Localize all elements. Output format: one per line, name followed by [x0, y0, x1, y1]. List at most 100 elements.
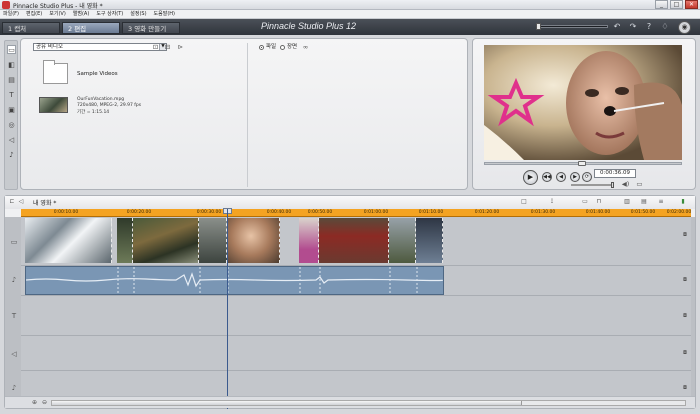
tab-capture[interactable]: 1 캡처 — [2, 22, 60, 34]
scrubber-knob[interactable] — [578, 161, 586, 166]
window-title: Pinnacle Studio Plus - 내 영화 * — [13, 3, 103, 10]
photos-icon[interactable]: ▣ — [7, 106, 16, 115]
lock-icon[interactable]: ◘ — [682, 276, 688, 284]
play-button[interactable]: ▶ — [523, 170, 538, 185]
tip-icon[interactable]: ♢ — [660, 22, 670, 32]
playhead[interactable] — [227, 209, 228, 409]
trash-icon[interactable]: ⊓ — [594, 198, 604, 206]
fullscreen-icon[interactable]: ▭ — [635, 180, 644, 188]
ruler-tick: 0:00:20.00 — [126, 210, 152, 215]
menu-file[interactable]: 파일(F) — [3, 10, 19, 18]
zoom-out-icon[interactable]: ⊖ — [41, 399, 48, 406]
volume-knob[interactable] — [611, 182, 614, 188]
menu-toolbox[interactable]: 도구 상자(T) — [96, 10, 123, 18]
timeline-ruler[interactable]: 0:00:10.00 0:00:20.00 0:00:30.00 0:00:40… — [21, 209, 691, 217]
video-track[interactable]: ◘ — [21, 217, 691, 266]
browse-folder-icon[interactable]: ⊟ — [163, 43, 172, 51]
video-clip[interactable] — [416, 218, 443, 263]
tab-edit[interactable]: 2 편집 — [62, 22, 120, 34]
zoom-in-icon[interactable]: ⊕ — [31, 399, 38, 406]
undo-icon[interactable]: ↶ — [612, 22, 622, 32]
album-page-divider — [247, 43, 248, 187]
ruler-tick: 0:01:30.00 — [530, 210, 556, 215]
folder-name[interactable]: Sample Videos — [77, 71, 118, 77]
step-bar: 1 캡처 2 편집 3 영화 만들기 Pinnacle Studio Plus … — [0, 19, 700, 35]
folder-up-icon[interactable]: ⊡ — [151, 43, 160, 51]
speaker-icon[interactable]: ◀) — [621, 180, 630, 188]
glasses-icon[interactable]: ∞ — [301, 43, 310, 51]
maximize-button[interactable]: □ — [670, 0, 683, 9]
timeline-scrollbar[interactable] — [51, 400, 686, 406]
video-album-icon[interactable]: ▭ — [7, 45, 16, 54]
loop-icon[interactable]: ⟳ — [582, 172, 592, 182]
lock-icon[interactable]: ◘ — [682, 312, 688, 320]
lock-icon[interactable]: ◘ — [682, 384, 688, 392]
video-clip[interactable] — [117, 218, 133, 263]
menu-album[interactable]: 앨범(A) — [73, 10, 90, 18]
video-clip[interactable] — [299, 218, 319, 263]
redo-icon[interactable]: ↷ — [628, 22, 638, 32]
timeline-header: ⊏ ◁ 내 영화 * □ ⟟ ▭ ⊓ ▥ ▤ ≡ ▮ — [5, 196, 695, 209]
lock-icon[interactable]: ◘ — [682, 231, 688, 239]
menu-edit[interactable]: 편집(E) — [26, 10, 42, 18]
split-clip-icon[interactable]: ⟟ — [547, 198, 557, 206]
video-clip[interactable] — [389, 218, 416, 263]
sound-effects-icon[interactable]: ◁ — [7, 136, 16, 145]
speaker-small-icon[interactable]: ◁ — [17, 198, 25, 206]
video-clip[interactable] — [25, 218, 112, 263]
preview-frame — [484, 45, 682, 160]
window-controls: _ □ ✕ — [655, 0, 698, 9]
sample-videos-folder-icon[interactable] — [43, 60, 68, 84]
themes-icon[interactable]: ▤ — [7, 76, 16, 85]
video-thumbnail[interactable] — [39, 97, 68, 113]
album-panel: 공유 비디오 ▼ ⊡ ⊟ ⊳ Sample Videos OurFunVacat… — [20, 38, 468, 190]
timeline-view-icon[interactable]: ▤ — [639, 198, 649, 206]
step-forward-icon[interactable]: ▶ — [570, 172, 580, 182]
title-track[interactable]: ◘ — [21, 296, 691, 336]
camera-icon[interactable]: ⊏ — [7, 198, 17, 206]
help-icon[interactable]: ? — [644, 22, 654, 32]
header-slider-knob[interactable] — [536, 23, 541, 30]
ruler-tick: 0:01:00.00 — [363, 210, 389, 215]
menu-view[interactable]: 보기(V) — [49, 10, 66, 18]
titles-icon[interactable]: T — [7, 91, 16, 100]
menu-settings[interactable]: 설정(S) — [130, 10, 146, 18]
scene-radio[interactable] — [280, 45, 285, 50]
sound-effect-track[interactable]: ◘ — [21, 336, 691, 371]
rewind-icon[interactable]: ◀◀ — [542, 172, 552, 182]
step-back-icon[interactable]: ◀ — [556, 172, 566, 182]
video-clip[interactable] — [199, 218, 227, 263]
text-view-icon[interactable]: ≡ — [656, 198, 666, 206]
video-clip[interactable] — [228, 218, 280, 263]
app-icon — [2, 1, 10, 9]
video-duration: 기간 = 1:15.14 — [77, 110, 110, 115]
ruler-tick: 0:00:30.00 — [196, 210, 222, 215]
header-slider[interactable] — [536, 23, 608, 30]
transitions-icon[interactable]: ◧ — [7, 61, 16, 70]
file-radio[interactable] — [259, 45, 264, 50]
video-filename: OurFunVacation.mpg — [77, 97, 125, 102]
select-icon[interactable]: □ — [519, 198, 529, 206]
music-icon[interactable]: ♪ — [7, 151, 16, 160]
video-clip[interactable] — [133, 218, 199, 263]
scene-view-icon[interactable]: ▥ — [622, 198, 632, 206]
tag-icon[interactable]: ⊳ — [176, 43, 185, 51]
close-button[interactable]: ✕ — [685, 0, 698, 9]
music-track-icon: ♪ — [11, 384, 17, 392]
storyboard-icon[interactable]: ▭ — [580, 198, 590, 206]
timeline-footer: ⊕ ⊖ — [5, 396, 695, 408]
menu-help[interactable]: 도움말(H) — [154, 10, 175, 18]
minimize-button[interactable]: _ — [655, 0, 668, 9]
tab-make-movie[interactable]: 3 영화 만들기 — [122, 22, 180, 34]
lock-icon[interactable]: ◘ — [682, 349, 688, 357]
preview-player: ▶ ◀◀ ◀ ▶ ⟳ 0:00:36.09 ◀) ▭ — [472, 38, 696, 190]
video-clip[interactable] — [319, 218, 389, 263]
album-section-dropdown[interactable]: 공유 비디오 ▼ — [33, 43, 167, 51]
scrollbar-thumb[interactable] — [52, 401, 522, 405]
volume-slider[interactable] — [571, 182, 614, 188]
player-scrubber[interactable] — [484, 161, 682, 166]
disc-menus-icon[interactable]: ◎ — [7, 121, 16, 130]
audio-clip[interactable] — [25, 266, 444, 295]
timecode-field[interactable]: 0:00:36.09 — [594, 169, 636, 178]
pinnacle-logo-icon[interactable]: ◉ — [678, 21, 691, 34]
